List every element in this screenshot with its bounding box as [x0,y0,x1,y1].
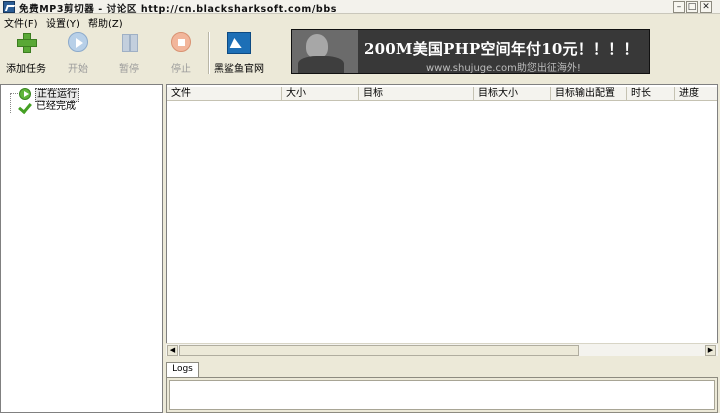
official-website-button[interactable]: 黑鲨鱼官网 [214,32,264,75]
pause-icon [119,32,139,52]
logs-output[interactable] [169,380,715,410]
shark-logo-icon [227,32,251,54]
title-bar: 免费MP3剪切器 - 讨论区 http://cn.blacksharksoft.… [0,0,720,15]
window-title: 免费MP3剪切器 - 讨论区 http://cn.blacksharksoft.… [19,4,337,15]
add-task-label: 添加任务 [6,64,46,75]
start-label: 开始 [68,64,88,75]
add-icon [16,32,37,53]
stop-label: 停止 [171,64,191,75]
logs-panel [166,377,718,413]
column-header-size[interactable]: 大小 [282,87,359,101]
pause-button[interactable]: 暂停 [106,32,152,75]
check-icon [19,101,31,113]
official-website-label: 黑鲨鱼官网 [214,64,264,75]
menu-bar: 文件(F) 设置(Y) 帮助(Z) [0,14,720,30]
close-button[interactable]: ✕ [700,1,712,13]
task-list-header: 文件 大小 目标 目标大小 目标输出配置 时长 进度 [167,87,717,101]
column-header-output-config[interactable]: 目标输出配置 [551,87,627,101]
scroll-right-icon[interactable]: ▶ [705,345,716,356]
banner-subtext: www.shujuge.com助您出征海外! [426,63,581,74]
pause-label: 暂停 [119,64,139,75]
scrollbar-thumb[interactable] [179,345,579,356]
stop-icon [171,32,191,52]
task-list-panel: 文件 大小 目标 目标大小 目标输出配置 时长 进度 [166,84,718,356]
tree-item-label: 正在运行 [35,88,79,102]
column-header-target[interactable]: 目标 [359,87,474,101]
column-header-file[interactable]: 文件 [167,87,282,101]
stop-button[interactable]: 停止 [158,32,204,75]
start-button[interactable]: 开始 [55,32,101,75]
tree-item-label: 已经完成 [36,101,76,112]
horizontal-scrollbar[interactable]: ◀ ▶ [166,343,718,356]
banner-photo [292,30,358,73]
play-icon [68,32,88,52]
column-header-target-size[interactable]: 目标大小 [474,87,551,101]
tree-connector [10,93,18,113]
column-header-duration[interactable]: 时长 [627,87,675,101]
banner-headline: 200M美国PHP空间年付10元！！！！ [364,40,639,58]
app-logo-icon [3,1,15,13]
scroll-left-icon[interactable]: ◀ [167,345,178,356]
task-tree-panel: 正在运行 已经完成 [0,84,163,413]
tab-logs[interactable]: Logs [166,362,199,377]
column-header-progress[interactable]: 进度 [675,87,717,101]
running-icon [19,88,31,100]
add-task-button[interactable]: 添加任务 [3,32,49,75]
ad-banner[interactable]: 200M美国PHP空间年付10元！！！！ www.shujuge.com助您出征… [291,29,650,74]
maximize-button[interactable]: □ [686,1,698,13]
minimize-button[interactable]: – [673,1,685,13]
